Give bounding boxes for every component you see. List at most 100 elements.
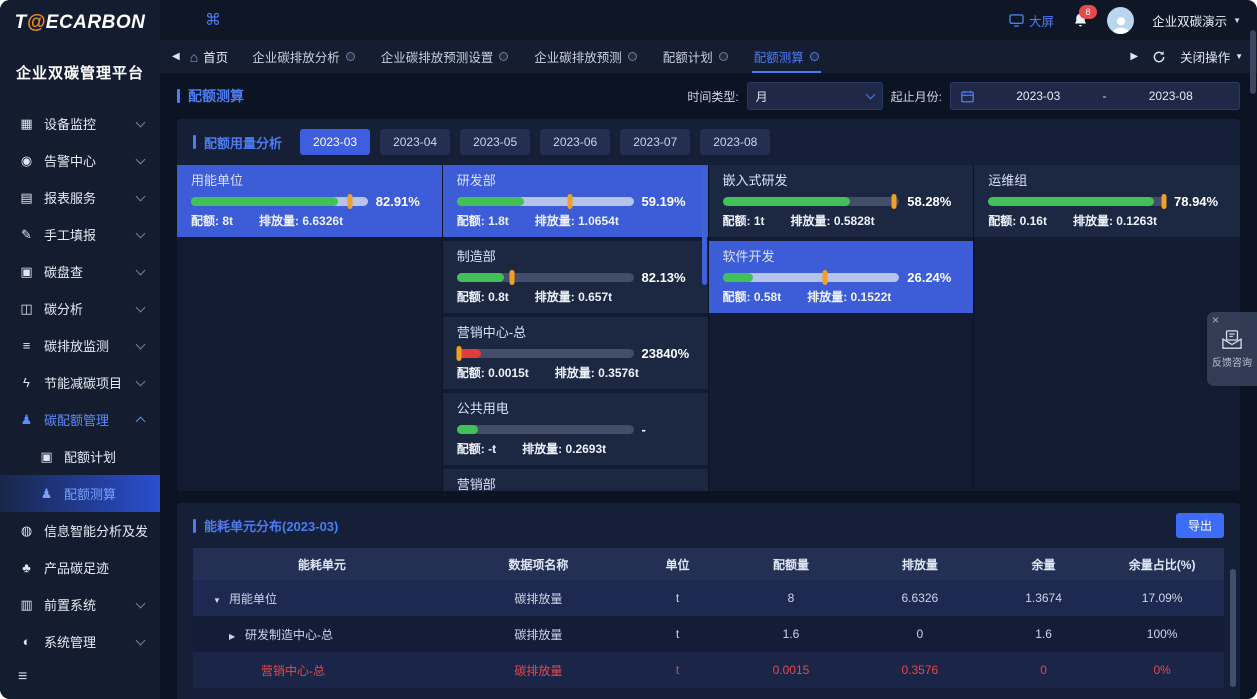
sidebar-item-energy-saving-project[interactable]: ϟ 节能减碳项目 [0, 364, 160, 401]
close-operations-menu[interactable]: 关闭操作 ▼ [1180, 47, 1243, 66]
close-icon[interactable]: × [1212, 313, 1219, 327]
sidebar-item-carbon-inventory[interactable]: ▣ 碳盘查 [0, 253, 160, 290]
card-title: 软件开发 [723, 249, 960, 264]
tab-quota-plan[interactable]: 配额计划 [663, 40, 728, 73]
emission-stat: 排放量: 0.3576t [555, 366, 639, 380]
distribution-title: 能耗单元分布(2023-03) [193, 516, 338, 535]
cards-column-scrollbar[interactable] [702, 167, 707, 285]
quota-marker-icon [567, 194, 572, 209]
usage-card[interactable]: 营销部 110.27% [443, 469, 708, 491]
quota-stat: 配额: 1.8t [457, 214, 509, 228]
export-button[interactable]: 导出 [1176, 513, 1224, 538]
sidebar-item-quota-plan[interactable]: ▣ 配额计划 [0, 438, 160, 475]
row-expand-icon[interactable]: ▼ [213, 596, 223, 605]
quota-usage-bar [457, 349, 634, 358]
front-system-icon: ▥ [18, 597, 35, 613]
column-header: 单位 [626, 548, 729, 580]
sidebar-collapse-button[interactable]: ≡ [0, 655, 160, 699]
quota-stat: 配额: 8t [191, 214, 233, 228]
month-tab-2023-03[interactable]: 2023-03 [300, 129, 370, 155]
tabbar: ◀ ⌂ 首页 企业碳排放分析 企业碳排放预测设置 企业碳排放预测 配额计划 配额… [160, 40, 1257, 73]
tabs-scroll-right-icon[interactable]: ▶ [1130, 51, 1138, 62]
sidebar-nav: ▦ 设备监控 ◉ 告警中心 ▤ 报表服务 ✎ 手工填报 ▣ 碳盘查 ◫ 碳分析 … [0, 105, 160, 655]
tab-emission-forecast[interactable]: 企业碳排放预测 [534, 40, 637, 73]
usage-card[interactable]: 研发部 59.19% 配额: 1.8t 排放量: 1.0654t [443, 165, 708, 237]
month-tab-2023-04[interactable]: 2023-04 [380, 129, 450, 155]
tab-close-icon[interactable] [346, 52, 355, 61]
sidebar-item-carbon-quota-management[interactable]: ♟ 碳配额管理 [0, 401, 160, 438]
month-range-picker[interactable]: 2023-03 - 2023-08 [950, 82, 1240, 110]
home-icon: ⌂ [190, 49, 198, 65]
table-row[interactable]: ▶研发制造中心-总 碳排放量 t 1.6 0 1.6 100% [193, 616, 1224, 652]
apps-grid-icon[interactable]: ⌘ [205, 10, 221, 30]
tab-quota-calculation[interactable]: 配额测算 [754, 40, 819, 73]
usage-card[interactable]: 营销中心-总 23840% 配额: 0.0015t 排放量: 0.3576t [443, 317, 708, 389]
table-row[interactable]: ▼用能单位 碳排放量 t 8 6.6326 1.3674 17.09% [193, 580, 1224, 616]
usage-card[interactable]: 制造部 82.13% 配额: 0.8t 排放量: 0.657t [443, 241, 708, 313]
bar-fill [457, 197, 524, 206]
sidebar-item-report-service[interactable]: ▤ 报表服务 [0, 179, 160, 216]
refresh-icon[interactable] [1152, 50, 1166, 64]
sidebar-item-info-analysis-publish[interactable]: ◍ 信息智能分析及发布 [0, 512, 160, 549]
quota-usage-bar [191, 197, 368, 206]
tab-close-icon[interactable] [810, 52, 819, 61]
time-type-label: 时间类型: [687, 88, 738, 105]
month-tab-2023-05[interactable]: 2023-05 [460, 129, 530, 155]
card-column-2: 研发部 59.19% 配额: 1.8t 排放量: 1.0654t 制造部 82.… [443, 165, 709, 491]
month-tab-2023-06[interactable]: 2023-06 [540, 129, 610, 155]
bar-fill [988, 197, 1153, 206]
sidebar-item-quota-calculation[interactable]: ♟ 配额测算 [0, 475, 160, 512]
notification-bell-icon[interactable]: 8 [1072, 11, 1089, 29]
tenant-menu[interactable]: 企业双碳演示 ▼ [1152, 11, 1241, 30]
tab-close-icon[interactable] [499, 52, 508, 61]
topbar: ⌘ 大屏 8 企业双碳演示 ▼ [160, 0, 1257, 40]
big-screen-button[interactable]: 大屏 [1009, 11, 1054, 30]
sidebar-item-manual-report[interactable]: ✎ 手工填报 [0, 216, 160, 253]
chevron-up-icon [136, 417, 146, 427]
tab-home[interactable]: ⌂ 首页 [190, 47, 228, 66]
sidebar-item-device-monitor[interactable]: ▦ 设备监控 [0, 105, 160, 142]
usage-card[interactable]: 嵌入式研发 58.28% 配额: 1t 排放量: 0.5828t [709, 165, 974, 237]
usage-percent: 23840% [642, 346, 694, 361]
range-end-value: 2023-08 [1113, 89, 1230, 103]
usage-card[interactable]: 软件开发 26.24% 配额: 0.58t 排放量: 0.1522t [709, 241, 974, 313]
app-window: T@ECARBON 企业双碳管理平台 ▦ 设备监控 ◉ 告警中心 ▤ 报表服务 … [0, 0, 1257, 699]
emission-stat: 排放量: 1.0654t [535, 214, 619, 228]
usage-percent: 59.19% [642, 194, 694, 209]
month-tab-2023-07[interactable]: 2023-07 [620, 129, 690, 155]
emission-stat: 排放量: 0.2693t [522, 442, 606, 456]
sidebar-item-front-system[interactable]: ▥ 前置系统 [0, 586, 160, 623]
table-scrollbar[interactable] [1230, 569, 1236, 687]
sidebar-item-alert-center[interactable]: ◉ 告警中心 [0, 142, 160, 179]
quota-usage-bar [723, 273, 900, 282]
tab-emission-analysis[interactable]: 企业碳排放分析 [252, 40, 355, 73]
page-title: 配额测算 [177, 86, 244, 106]
usage-card[interactable]: 运维组 78.94% 配额: 0.16t 排放量: 0.1263t [974, 165, 1240, 237]
tab-close-icon[interactable] [719, 52, 728, 61]
row-expand-icon[interactable]: ▶ [229, 632, 239, 641]
sidebar-item-system-management[interactable]: ◐ 系统管理 [0, 623, 160, 655]
usage-card[interactable]: 公共用电 - 配额: -t 排放量: 0.2693t [443, 393, 708, 465]
tabs-scroll-left-icon[interactable]: ◀ [172, 51, 180, 62]
chevron-down-icon [136, 339, 146, 349]
tab-emission-forecast-settings[interactable]: 企业碳排放预测设置 [381, 40, 509, 73]
sidebar-item-carbon-analysis[interactable]: ◫ 碳分析 [0, 290, 160, 327]
avatar[interactable] [1107, 7, 1134, 34]
quota-usage-bar [988, 197, 1166, 206]
sidebar-item-emission-monitor[interactable]: ≡ 碳排放监测 [0, 327, 160, 364]
table-row[interactable]: 营销中心-总 碳排放量 t 0.0015 0.3576 0 0% [193, 652, 1224, 688]
feedback-widget[interactable]: × 反馈咨询 [1207, 312, 1257, 386]
time-type-select[interactable]: 月 [747, 82, 883, 110]
sidebar-item-product-carbon-footprint[interactable]: ♣ 产品碳足迹 [0, 549, 160, 586]
bar-fill [723, 273, 753, 282]
tab-close-icon[interactable] [628, 52, 637, 61]
chevron-down-icon: ▼ [1233, 16, 1241, 25]
usage-card[interactable]: 用能单位 82.91% 配额: 8t 排放量: 6.6326t [177, 165, 442, 237]
month-tab-2023-08[interactable]: 2023-08 [700, 129, 770, 155]
bar-fill [457, 425, 478, 434]
page-scrollbar[interactable] [1250, 30, 1256, 94]
quota-marker-icon [823, 270, 828, 285]
report-service-icon: ▤ [18, 190, 35, 206]
table-header-row: 能耗单元数据项名称单位配额量排放量余量余量占比(%) [193, 548, 1224, 580]
footprint-icon: ♣ [18, 560, 35, 575]
